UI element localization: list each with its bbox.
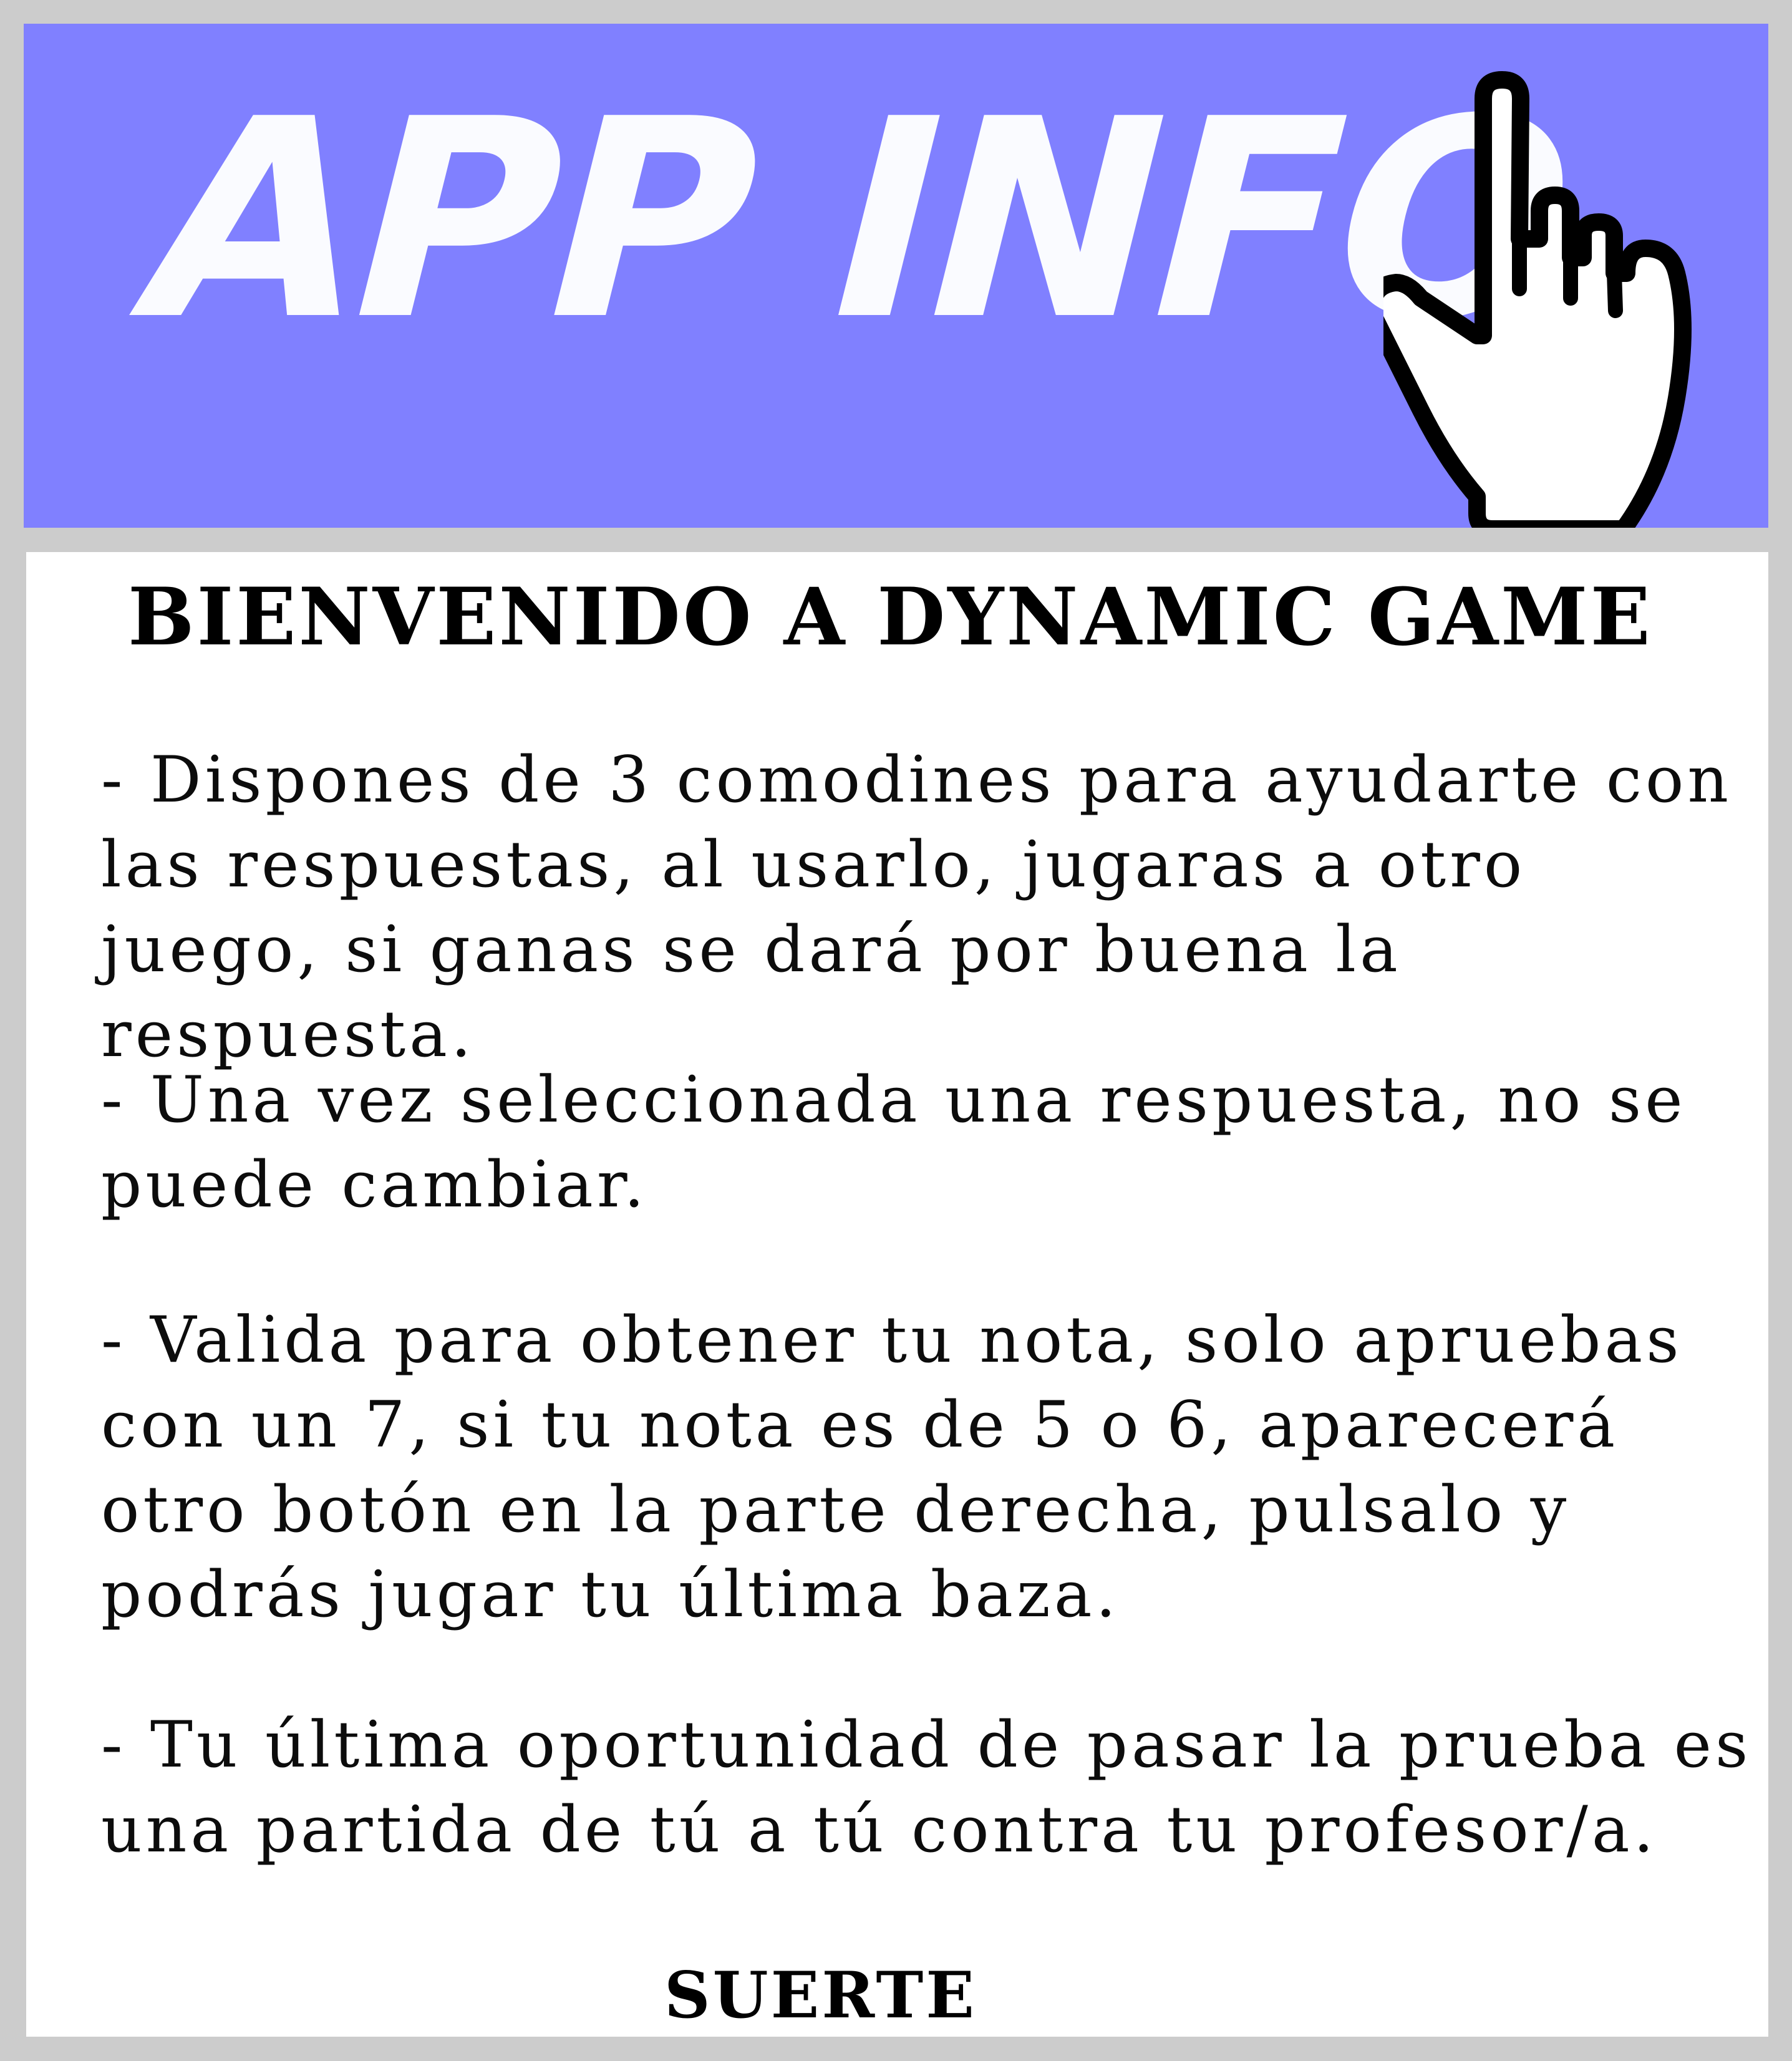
pointing-hand-icon[interactable] (1383, 49, 1768, 528)
rule-item: - Valida para obtener tu nota, solo apru… (101, 1303, 1683, 1632)
rule-item: - Tu última oportunidad de pasar la prue… (101, 1708, 1752, 1867)
app-info-title: APP INFO (112, 61, 1604, 380)
app-info-header: APP INFO (24, 24, 1768, 528)
rule-item: - Dispones de 3 comodines para ayudarte … (101, 743, 1733, 1072)
welcome-heading: BIENVENIDO A DYNAMIC GAME (128, 571, 1653, 663)
farewell-text: SUERTE (664, 1958, 977, 2033)
rule-item: - Una vez seleccionada una respuesta, no… (101, 1063, 1687, 1222)
